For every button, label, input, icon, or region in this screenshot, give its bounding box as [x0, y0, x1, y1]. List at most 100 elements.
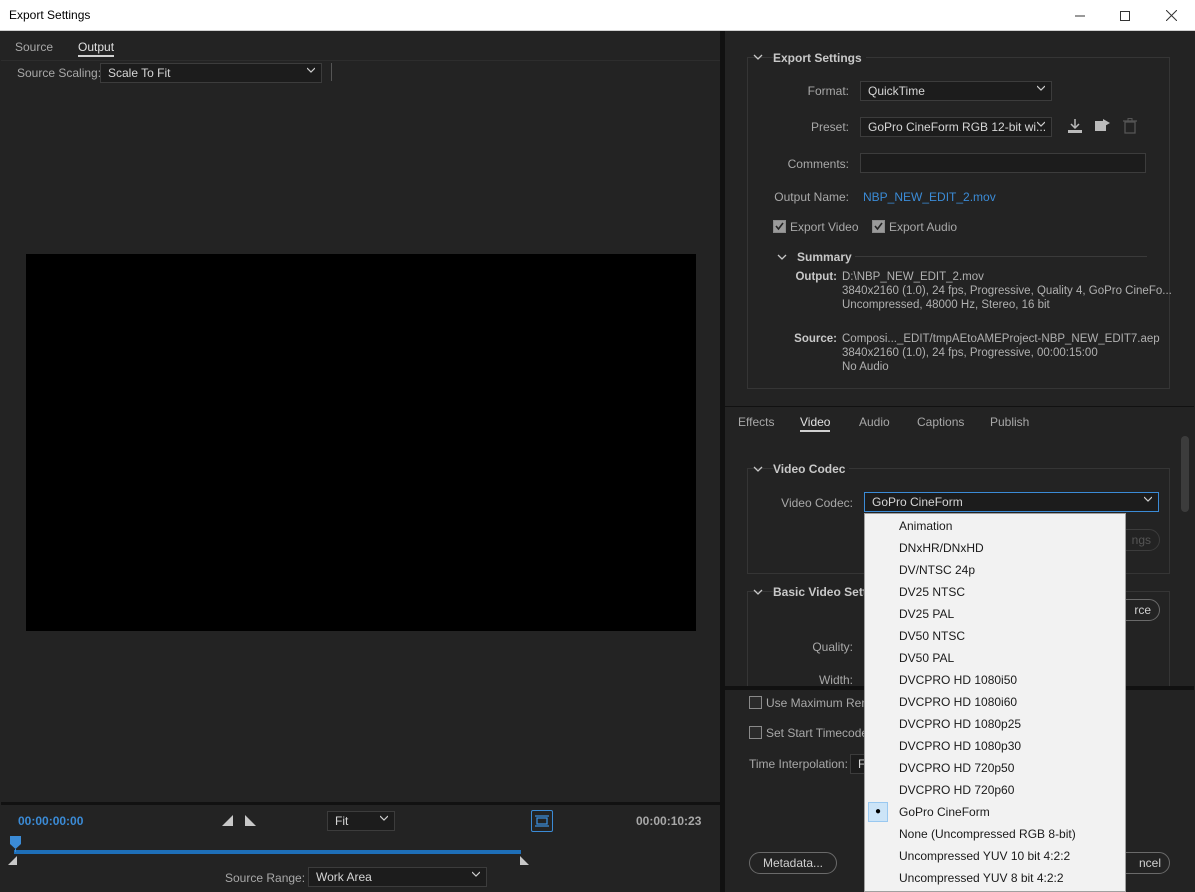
format-dropdown[interactable]: QuickTime [860, 81, 1052, 101]
timeline-bar: 00:00:00:00 Fit 00:00:10:23 Source Range… [1, 802, 720, 891]
zoom-dropdown[interactable]: Fit [327, 811, 395, 831]
video-codec-dropdown[interactable]: GoPro CineForm [864, 492, 1159, 512]
zoom-value: Fit [335, 814, 349, 828]
output-name-link[interactable]: NBP_NEW_EDIT_2.mov [863, 190, 996, 204]
tab-captions[interactable]: Captions [917, 415, 964, 429]
save-preset-button[interactable] [1067, 118, 1083, 137]
summary-divider [855, 256, 1147, 257]
codec-option[interactable]: DVCPRO HD 1080p25 [865, 713, 1125, 735]
tab-audio[interactable]: Audio [859, 415, 890, 429]
export-settings-title: Export Settings [773, 51, 866, 65]
codec-option[interactable]: Animation [865, 515, 1125, 537]
close-button[interactable] [1148, 0, 1194, 31]
tab-output[interactable]: Output [78, 40, 115, 57]
maximize-icon [1120, 10, 1130, 21]
in-point-handle[interactable] [8, 854, 18, 868]
codec-option-label: Uncompressed YUV 10 bit 4:2:2 [899, 849, 1071, 863]
tabs-divider [725, 406, 1194, 407]
minimize-icon [1075, 15, 1085, 16]
delete-preset-button[interactable] [1123, 118, 1137, 137]
summary-collapse[interactable] [777, 251, 787, 265]
preset-dropdown[interactable]: GoPro CineForm RGB 12-bit wi... [860, 117, 1052, 137]
codec-option[interactable]: None (Uncompressed RGB 8-bit) [865, 823, 1125, 845]
basic-video-collapse[interactable] [753, 586, 763, 600]
summary-output-line: 3840x2160 (1.0), 24 fps, Progressive, Qu… [842, 285, 1172, 297]
export-audio-checkbox[interactable] [872, 220, 885, 233]
codec-option[interactable]: DV25 NTSC [865, 581, 1125, 603]
comments-input[interactable] [860, 153, 1146, 173]
source-range-value: Work Area [316, 870, 372, 884]
metadata-button[interactable]: Metadata... [749, 852, 837, 874]
summary-source-line: No Audio [842, 361, 889, 373]
codec-option[interactable]: Uncompressed YUV 10 bit 4:2:2 [865, 845, 1125, 867]
export-audio-label: Export Audio [889, 220, 958, 234]
download-icon [1068, 119, 1082, 133]
video-codec-collapse[interactable] [753, 463, 763, 477]
chevron-down-icon [307, 67, 315, 73]
out-point-icon [245, 815, 256, 826]
tab-effects[interactable]: Effects [738, 415, 774, 429]
codec-option[interactable]: ● GoPro CineForm [865, 801, 1125, 823]
import-icon [1095, 119, 1110, 131]
selected-bullet-icon: ● [868, 802, 888, 822]
codec-option[interactable]: DV50 NTSC [865, 625, 1125, 647]
use-max-render-checkbox[interactable] [749, 696, 762, 709]
codec-option-label: DNxHR/DNxHD [899, 541, 984, 555]
codec-option[interactable]: DVCPRO HD 1080i50 [865, 669, 1125, 691]
export-video-checkbox[interactable] [773, 220, 786, 233]
preset-label: Preset: [810, 120, 849, 134]
comments-label: Comments: [787, 157, 849, 171]
summary-title: Summary [797, 250, 852, 264]
tab-video[interactable]: Video [800, 415, 831, 432]
tab-publish[interactable]: Publish [990, 415, 1029, 429]
current-timecode[interactable]: 00:00:00:00 [18, 814, 83, 828]
codec-option-label: GoPro CineForm [899, 805, 990, 819]
source-scaling-value: Scale To Fit [108, 66, 171, 80]
codec-option[interactable]: Uncompressed YUV 8 bit 4:2:2 [865, 867, 1125, 889]
preview-pane: Source Output Source Scaling: Scale To F… [1, 31, 720, 891]
import-preset-button[interactable] [1094, 118, 1111, 137]
codec-option[interactable]: DV50 PAL [865, 647, 1125, 669]
aspect-toggle-button[interactable] [531, 810, 553, 832]
settings-scrollbar[interactable] [1181, 436, 1189, 512]
source-scaling-label: Source Scaling: [17, 66, 102, 80]
tab-source[interactable]: Source [15, 40, 53, 54]
codec-option[interactable]: DVCPRO HD 720p50 [865, 757, 1125, 779]
source-range-dropdown[interactable]: Work Area [308, 867, 487, 887]
title-bar: Export Settings [0, 0, 1195, 31]
set-out-point-button[interactable] [245, 815, 257, 830]
checkmark-icon [874, 222, 883, 231]
end-timecode: 00:00:10:23 [636, 814, 702, 828]
minimize-button[interactable] [1057, 0, 1103, 31]
codec-option[interactable]: DVCPRO HD 1080i60 [865, 691, 1125, 713]
maximize-button[interactable] [1102, 0, 1148, 31]
summary-output-line: Uncompressed, 48000 Hz, Stereo, 16 bit [842, 299, 1050, 311]
chevron-down-icon [1037, 85, 1045, 91]
source-scaling-dropdown[interactable]: Scale To Fit [100, 63, 322, 83]
width-label: Width: [818, 673, 853, 687]
chevron-down-icon [1037, 121, 1045, 127]
export-settings-collapse[interactable] [753, 51, 763, 65]
use-max-render-label: Use Maximum Rend [766, 696, 875, 710]
codec-option[interactable]: DVCPRO HD 1080p30 [865, 735, 1125, 757]
codec-option-label: Animation [899, 519, 953, 533]
codec-option-label: DVCPRO HD 1080p25 [899, 717, 1022, 731]
out-point-handle[interactable] [520, 854, 530, 868]
codec-option-label: DV50 PAL [899, 651, 955, 665]
video-codec-value: GoPro CineForm [872, 495, 963, 509]
playhead[interactable] [10, 836, 21, 855]
format-value: QuickTime [868, 84, 925, 98]
work-area-bar[interactable] [14, 850, 521, 854]
chevron-down-icon [1144, 496, 1152, 502]
codec-option[interactable]: DVCPRO HD 720p60 [865, 779, 1125, 801]
codec-option-label: DV50 NTSC [899, 629, 966, 643]
codec-option[interactable]: DV25 PAL [865, 603, 1125, 625]
set-start-timecode-checkbox[interactable] [749, 726, 762, 739]
codec-option[interactable]: DV/NTSC 24p [865, 559, 1125, 581]
set-in-point-button[interactable] [222, 815, 234, 830]
summary-source-line: Composi..._EDIT/tmpAEtoAMEProject-NBP_NE… [842, 333, 1160, 345]
chevron-down-icon [753, 466, 763, 472]
video-preview [26, 254, 696, 631]
codec-option[interactable]: DNxHR/DNxHD [865, 537, 1125, 559]
quality-label: Quality: [812, 640, 853, 654]
